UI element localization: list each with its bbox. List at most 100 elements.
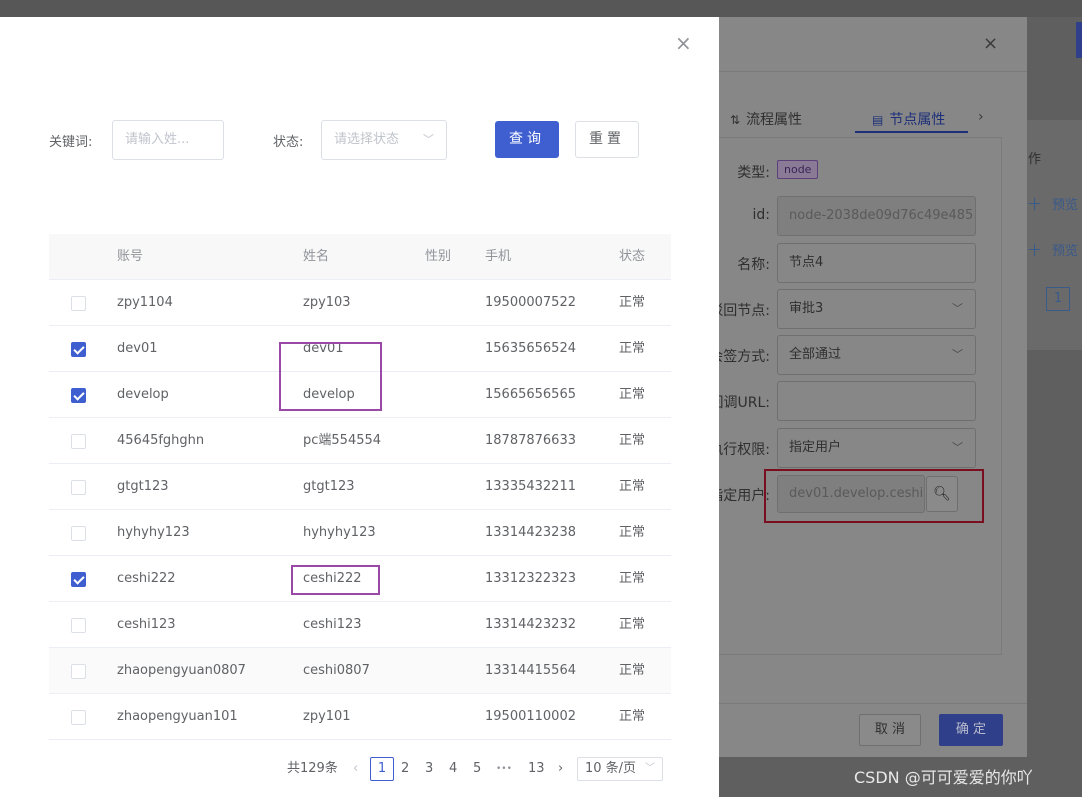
row-checkbox[interactable] bbox=[71, 572, 86, 587]
drawer-close-icon[interactable]: × bbox=[983, 33, 998, 54]
row-checkbox[interactable] bbox=[71, 618, 86, 633]
table-header: 账号 姓名 性别 手机 状态 bbox=[49, 234, 671, 280]
reset-button[interactable]: 重置 bbox=[575, 121, 639, 158]
cell-account: dev01 bbox=[117, 341, 158, 356]
table-row[interactable]: zhaopengyuan101 zpy101 19500110002 正常 bbox=[49, 694, 671, 740]
chevron-down-icon: ﹀ bbox=[952, 302, 963, 315]
cell-status: 正常 bbox=[619, 341, 646, 356]
user-select-modal: × 关键词: 请输入姓... 状态: 请选择状态 ﹀ 查询 重置 账号 姓名 性别… bbox=[0, 17, 719, 797]
tab-label: 节点属性 bbox=[889, 112, 946, 128]
page-button-13[interactable]: 13 bbox=[528, 757, 545, 781]
table-row[interactable]: zpy1104 zpy103 19500007522 正常 bbox=[49, 280, 671, 326]
table-row[interactable]: zhaopengyuan0807 ceshi0807 13314415564 正常 bbox=[49, 648, 671, 694]
cell-status: 正常 bbox=[619, 617, 646, 632]
chevron-right-icon[interactable]: › bbox=[978, 109, 984, 125]
name-value: 节点4 bbox=[789, 255, 824, 270]
row-checkbox[interactable] bbox=[71, 296, 86, 311]
column-header-status: 状态 bbox=[619, 249, 646, 264]
row-checkbox[interactable] bbox=[71, 342, 86, 357]
cell-name: pc端554554 bbox=[303, 433, 382, 448]
page-button-2[interactable]: 2 bbox=[401, 757, 409, 781]
drawer-confirm-button[interactable]: 确 定 bbox=[939, 714, 1003, 746]
cell-account: hyhyhy123 bbox=[117, 525, 190, 540]
cell-phone: 13314415564 bbox=[485, 663, 576, 678]
row-checkbox[interactable] bbox=[71, 434, 86, 449]
cell-status: 正常 bbox=[619, 479, 646, 494]
cell-status: 正常 bbox=[619, 663, 646, 678]
status-select[interactable]: 请选择状态 ﹀ bbox=[321, 120, 447, 160]
next-page-button[interactable]: › bbox=[558, 757, 563, 781]
cell-phone: 15665656565 bbox=[485, 387, 576, 402]
query-button[interactable]: 查询 bbox=[495, 121, 559, 158]
table-row[interactable]: 45645fghghn pc端554554 18787876633 正常 bbox=[49, 418, 671, 464]
node-properties-drawer: × ⇅ 流程属性 ▤ 节点属性 › 类型: node id: node-2038de… bbox=[700, 17, 1027, 757]
column-header-account: 账号 bbox=[117, 249, 144, 264]
status-label: 状态: bbox=[273, 135, 304, 150]
page-size-value: 10 条/页 bbox=[585, 761, 637, 776]
row-checkbox[interactable] bbox=[71, 664, 86, 679]
pagination-ellipsis[interactable]: ••• bbox=[496, 757, 512, 781]
cell-account: ceshi222 bbox=[117, 571, 176, 586]
cell-status: 正常 bbox=[619, 295, 646, 310]
watermark: CSDN @可可爱爱的你吖 bbox=[854, 768, 1033, 787]
table-row[interactable]: gtgt123 gtgt123 13335432211 正常 bbox=[49, 464, 671, 510]
tab-flow-properties[interactable]: ⇅ 流程属性 bbox=[730, 109, 802, 129]
chevron-down-icon: ﹀ bbox=[645, 763, 655, 774]
row-checkbox[interactable] bbox=[71, 710, 86, 725]
row-checkbox[interactable] bbox=[71, 526, 86, 541]
sign-mode-select[interactable]: 全部通过 ﹀ bbox=[777, 335, 976, 375]
background-text: 十 bbox=[1028, 198, 1042, 213]
reject-node-select[interactable]: 审批3 ﹀ bbox=[777, 289, 976, 329]
cell-status: 正常 bbox=[619, 571, 646, 586]
drawer-header bbox=[700, 17, 1027, 72]
column-header-gender: 性别 bbox=[425, 249, 452, 264]
page-size-select[interactable]: 10 条/页 ﹀ bbox=[577, 757, 663, 781]
row-checkbox[interactable] bbox=[71, 480, 86, 495]
chevron-down-icon: ﹀ bbox=[952, 441, 963, 454]
cell-phone: 19500007522 bbox=[485, 295, 576, 310]
callback-url-input[interactable] bbox=[777, 381, 976, 421]
page-button-5[interactable]: 5 bbox=[473, 757, 481, 781]
node-type-tag: node bbox=[777, 160, 819, 179]
cell-phone: 15635656524 bbox=[485, 341, 576, 356]
cell-phone: 19500110002 bbox=[485, 709, 576, 724]
name-field[interactable]: 节点4 bbox=[777, 243, 976, 283]
column-header-phone: 手机 bbox=[485, 249, 512, 264]
cell-status: 正常 bbox=[619, 525, 646, 540]
status-placeholder: 请选择状态 bbox=[334, 132, 400, 147]
active-tab-underline bbox=[855, 131, 968, 133]
permission-value: 指定用户 bbox=[789, 440, 842, 455]
cell-account: develop bbox=[117, 387, 169, 402]
background-blue-tab bbox=[1076, 22, 1082, 58]
keyword-input[interactable]: 请输入姓... bbox=[112, 120, 224, 160]
drawer-cancel-button[interactable]: 取 消 bbox=[859, 714, 921, 746]
page-button-4[interactable]: 4 bbox=[449, 757, 457, 781]
table-row[interactable]: ceshi123 ceshi123 13314423232 正常 bbox=[49, 602, 671, 648]
prev-page-button[interactable]: ‹ bbox=[353, 757, 358, 781]
cell-account: gtgt123 bbox=[117, 479, 169, 494]
id-field: node-2038de09d76c49e485 bbox=[777, 196, 976, 236]
permission-select[interactable]: 指定用户 ﹀ bbox=[777, 428, 976, 468]
annotation-purple-box bbox=[279, 342, 382, 411]
page-button-3[interactable]: 3 bbox=[425, 757, 433, 781]
modal-close-icon[interactable]: × bbox=[675, 33, 692, 53]
background-text: 作 bbox=[1028, 152, 1042, 167]
user-table: 账号 姓名 性别 手机 状态 zpy1104 zpy103 19500007522 正… bbox=[49, 234, 671, 740]
row-checkbox[interactable] bbox=[71, 388, 86, 403]
keyword-label: 关键词: bbox=[49, 135, 93, 150]
cell-status: 正常 bbox=[619, 709, 646, 724]
page-button-1[interactable]: 1 bbox=[370, 757, 394, 781]
tab-label: 流程属性 bbox=[746, 112, 803, 128]
cell-account: zhaopengyuan101 bbox=[117, 709, 238, 724]
table-row[interactable]: hyhyhy123 hyhyhy123 13314423238 正常 bbox=[49, 510, 671, 556]
cell-status: 正常 bbox=[619, 387, 646, 402]
cell-account: 45645fghghn bbox=[117, 433, 205, 448]
tab-node-properties[interactable]: ▤ 节点属性 bbox=[872, 109, 945, 129]
background-page-button: 1 bbox=[1046, 287, 1070, 311]
cell-name: zpy101 bbox=[303, 709, 351, 724]
cell-name: hyhyhy123 bbox=[303, 525, 376, 540]
list-icon: ▤ bbox=[872, 113, 884, 127]
pagination-total: 共129条 bbox=[287, 761, 338, 776]
background-text: 预览 bbox=[1052, 244, 1079, 259]
background-text: 预览 bbox=[1052, 198, 1079, 213]
